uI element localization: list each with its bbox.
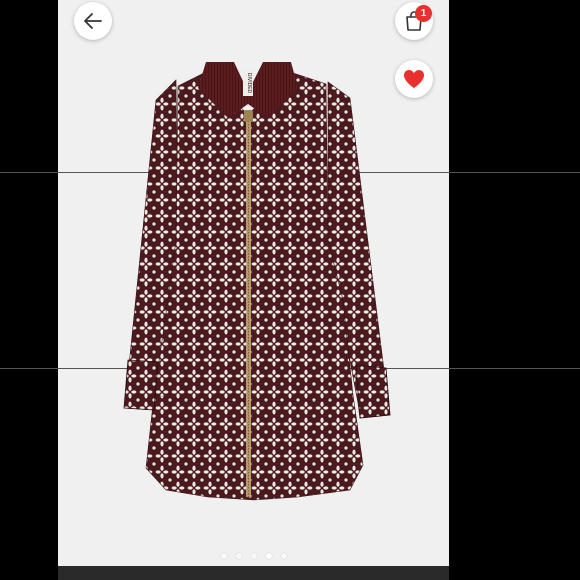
next-image-preview [58, 566, 449, 580]
carousel-dot[interactable] [250, 553, 257, 559]
dress-right-cuff [355, 364, 391, 419]
zipper-pull [244, 110, 253, 122]
arrow-left-icon [84, 13, 102, 29]
carousel-dot[interactable] [280, 553, 287, 559]
carousel-indicator [58, 553, 449, 559]
divider-line [449, 172, 580, 173]
svg-text:DIVIDED: DIVIDED [246, 73, 252, 94]
divider-line [0, 368, 58, 369]
carousel-dot-active[interactable] [265, 553, 272, 559]
carousel-dot[interactable] [220, 553, 227, 559]
shopping-bag-button[interactable]: 1 [395, 2, 433, 40]
divider-line [449, 368, 580, 369]
carousel-dot[interactable] [235, 553, 242, 559]
dress-left-cuff [123, 359, 159, 411]
product-photo-dress: DIVIDED [123, 62, 391, 501]
like-button[interactable] [395, 60, 433, 98]
back-button[interactable] [74, 2, 112, 40]
heart-icon [404, 70, 424, 88]
bag-count-badge: 1 [415, 5, 432, 22]
divider-line [0, 172, 58, 173]
product-image-viewer[interactable]: DIVIDED 1 [58, 0, 449, 580]
